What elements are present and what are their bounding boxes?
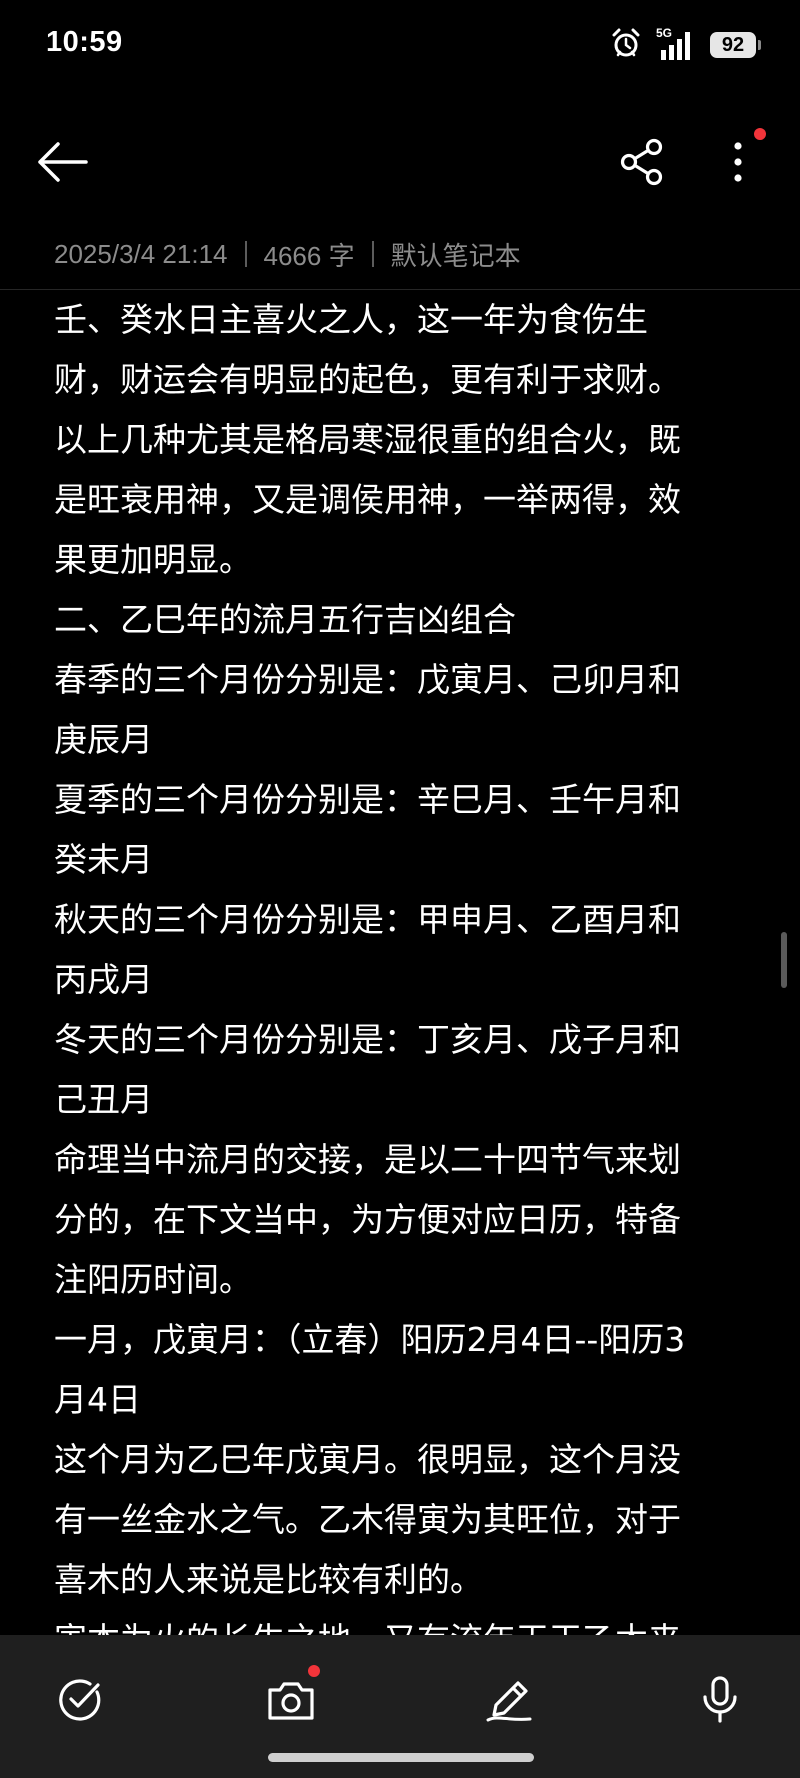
notebook-name[interactable]: 默认笔记本 <box>391 236 521 273</box>
note-line: 二、乙巳年的流月五行吉凶组合 <box>54 600 516 639</box>
signal-icon: 5G <box>656 26 696 62</box>
note-line: 夏季的三个月份分别是：辛巳月、壬午月和 <box>54 780 681 819</box>
share-button[interactable] <box>612 132 672 192</box>
status-icons: 5G 92 <box>610 24 761 66</box>
voice-input-button[interactable] <box>685 1665 755 1735</box>
note-line: 寅本为火的长生之地，又有流年天干乙木来 <box>54 1610 754 1635</box>
microphone-icon <box>703 1676 737 1723</box>
note-line: 月4日 <box>54 1380 141 1419</box>
meta-separator <box>371 241 374 267</box>
handwriting-button[interactable] <box>474 1665 544 1735</box>
notification-dot <box>308 1665 320 1677</box>
share-icon <box>620 138 663 186</box>
note-line: 丙戌月 <box>54 960 153 999</box>
note-body[interactable]: 壬、癸水日主喜火之人，这一年为食伤生 财，财运会有明显的起色，更有利于求财。 以… <box>54 290 754 1635</box>
note-line: 秋天的三个月份分别是：甲申月、乙酉月和 <box>54 900 681 939</box>
camera-icon <box>268 1682 314 1720</box>
note-line: 癸未月 <box>54 840 153 879</box>
checklist-icon <box>59 1679 101 1721</box>
battery-level: 92 <box>721 33 745 56</box>
note-line: 己丑月 <box>54 1080 153 1119</box>
handwriting-pen-icon <box>486 1681 532 1722</box>
note-line: 财，财运会有明显的起色，更有利于求财。 <box>54 360 681 399</box>
alarm-icon <box>610 27 642 63</box>
note-word-count: 4666 字 <box>263 240 355 271</box>
note-line: 果更加明显。 <box>54 540 252 579</box>
scrollbar-thumb[interactable] <box>781 932 787 988</box>
note-line: 庚辰月 <box>54 720 153 759</box>
camera-button[interactable] <box>256 1665 326 1735</box>
note-meta: 2025/3/4 21:14 4666 字 默认笔记本 <box>54 236 521 272</box>
more-options-button[interactable] <box>708 128 768 192</box>
note-line: 分的，在下文当中，为方便对应日历，特备 <box>54 1200 681 1239</box>
note-line: 注阳历时间。 <box>54 1260 252 1299</box>
note-line: 冬天的三个月份分别是：丁亥月、戊子月和 <box>54 1020 681 1059</box>
back-button[interactable] <box>32 132 92 192</box>
note-line: 春季的三个月份分别是：戊寅月、己卯月和 <box>54 660 681 699</box>
note-line: 喜木的人来说是比较有利的。 <box>54 1560 483 1599</box>
note-line: 有一丝金水之气。乙木得寅为其旺位，对于 <box>54 1500 681 1539</box>
note-line: 以上几种尤其是格局寒湿很重的组合火，既 <box>54 420 681 459</box>
checklist-button[interactable] <box>45 1665 115 1735</box>
more-vertical-icon <box>734 142 742 182</box>
note-line: 这个月为乙巳年戊寅月。很明显，这个月没 <box>54 1440 681 1479</box>
note-line: 一月，戊寅月：（立春）阳历2月4日--阳历3 <box>54 1320 686 1359</box>
home-indicator[interactable] <box>268 1753 534 1762</box>
status-time: 10:59 <box>46 26 123 58</box>
status-bar: 10:59 5G 92 <box>0 0 800 90</box>
note-content[interactable]: 壬、癸水日主喜火之人，这一年为食伤生 财，财运会有明显的起色，更有利于求财。 以… <box>0 290 800 1635</box>
note-line: 命理当中流月的交接，是以二十四节气来划 <box>54 1140 681 1179</box>
note-line: 是旺衰用神，又是调侯用神，一举两得，效 <box>54 480 681 519</box>
notification-dot <box>754 128 766 140</box>
battery-icon: 92 <box>710 32 761 58</box>
note-datetime: 2025/3/4 21:14 <box>54 238 228 269</box>
meta-separator <box>244 241 247 267</box>
back-arrow-icon <box>38 142 88 182</box>
app-bar <box>0 110 800 210</box>
note-line: 壬、癸水日主喜火之人，这一年为食伤生 <box>54 300 648 339</box>
